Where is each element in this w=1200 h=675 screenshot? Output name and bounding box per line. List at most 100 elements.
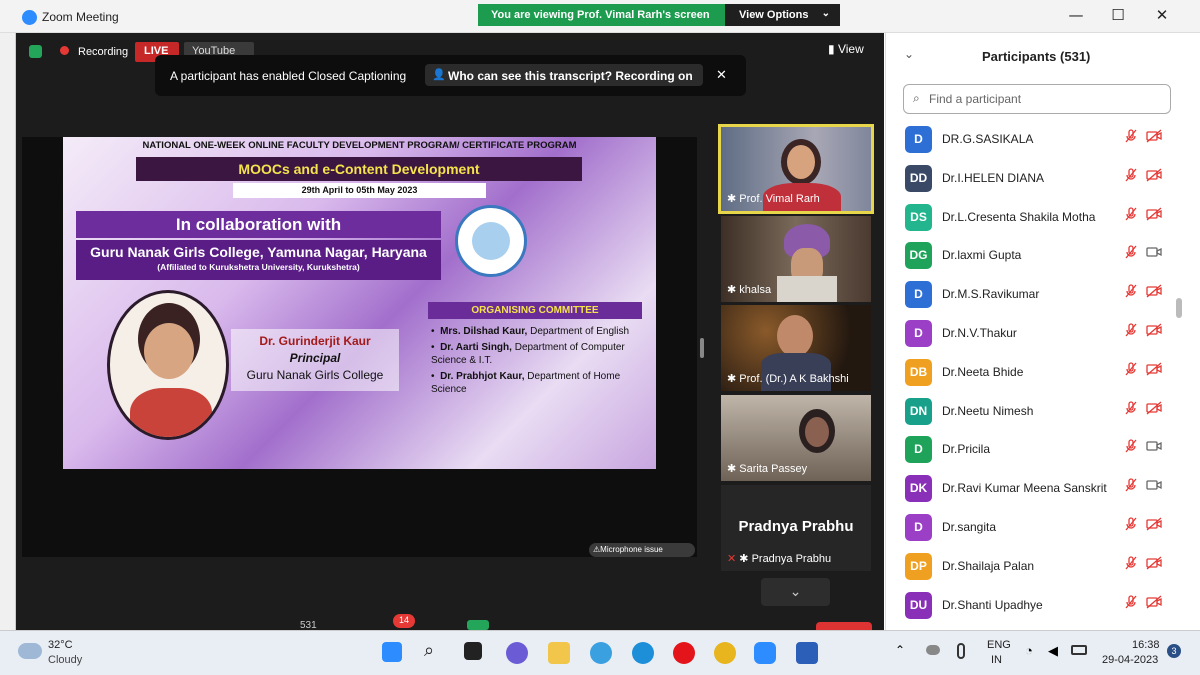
microphone-issue-badge[interactable]: ⚠Microphone issue [589, 543, 695, 557]
view-label: View [837, 42, 864, 56]
collapse-panel-icon[interactable]: ⌄ [904, 47, 914, 61]
close-button[interactable]: ✕ [1150, 6, 1174, 26]
notification-badge[interactable]: 3 [1167, 644, 1181, 658]
shield-icon[interactable] [29, 45, 42, 58]
principal-photo [107, 290, 229, 440]
committee-member: • Dr. Aarti Singh, Department of Compute… [431, 342, 625, 366]
mic-muted-icon[interactable] [1124, 323, 1138, 337]
clock-time[interactable]: 16:38 [1132, 639, 1160, 651]
mic-muted-icon[interactable] [1124, 556, 1138, 570]
participant-row[interactable]: D Dr.Pricila [886, 427, 1181, 465]
college-box: Guru Nanak Girls College, Yamuna Nagar, … [76, 240, 441, 280]
language-region[interactable]: IN [991, 654, 1002, 666]
participant-row[interactable]: D DR.G.SASIKALA [886, 117, 1181, 155]
mic-muted-icon[interactable] [1124, 129, 1138, 143]
video-tile[interactable]: ✱ Sarita Passey [721, 395, 871, 481]
presentation-slide: NATIONAL ONE-WEEK ONLINE FACULTY DEVELOP… [63, 137, 656, 469]
language-code[interactable]: ENG [987, 639, 1011, 651]
mic-muted-icon[interactable] [1124, 362, 1138, 376]
video-off-icon[interactable] [1146, 595, 1162, 609]
video-off-icon[interactable] [1146, 362, 1162, 376]
avatar: DB [905, 358, 932, 386]
video-off-icon[interactable] [1146, 168, 1162, 182]
principal-card: Dr. Gurinderjit Kaur Principal Guru Nana… [231, 329, 399, 391]
minimize-button[interactable]: — [1064, 6, 1088, 26]
video-off-icon[interactable] [1146, 207, 1162, 221]
participant-row[interactable]: DD Dr.I.HELEN DIANA [886, 156, 1181, 194]
chat-badge[interactable]: 14 [393, 614, 415, 628]
mic-muted-icon[interactable] [1124, 517, 1138, 531]
start-icon[interactable] [382, 642, 402, 662]
mic-muted-icon[interactable] [1124, 400, 1138, 415]
search-icon[interactable]: ⌕ [424, 640, 434, 661]
video-off-icon[interactable] [1146, 517, 1162, 531]
wifi-icon[interactable]: ◔ [1025, 643, 1033, 658]
clock-date[interactable]: 29-04-2023 [1102, 654, 1158, 666]
word-icon[interactable] [796, 642, 818, 664]
view-button[interactable]: ▮ View [828, 42, 864, 56]
video-on-icon[interactable] [1146, 478, 1162, 492]
task-view-icon[interactable] [464, 642, 482, 660]
participant-row[interactable]: DG Dr.laxmi Gupta [886, 233, 1181, 271]
participant-row[interactable]: D Dr.sangita [886, 505, 1181, 543]
chevron-up-icon[interactable]: ⌃ [895, 643, 905, 657]
video-tile[interactable]: ✱ Prof. (Dr.) A K Bakhshi [721, 305, 871, 391]
principal-name: Dr. Gurinderjit Kaur [259, 334, 371, 348]
recording-label[interactable]: Recording [78, 46, 128, 58]
video-on-icon[interactable] [1146, 439, 1162, 453]
leave-button[interactable] [816, 622, 872, 630]
teams-icon[interactable] [506, 642, 528, 664]
video-tile[interactable]: ✱ khalsa [721, 216, 871, 302]
edge-icon[interactable] [632, 642, 654, 664]
zoom-icon[interactable] [754, 642, 776, 664]
video-off-icon[interactable] [1146, 284, 1162, 298]
participant-row[interactable]: DB Dr.Neeta Bhide [886, 350, 1181, 388]
mic-muted-icon[interactable] [1124, 284, 1138, 298]
video-off-icon[interactable] [1146, 556, 1162, 570]
video-tile[interactable]: Pradnya Prabhu ✕ ✱ Pradnya Prabhu [721, 485, 871, 571]
file-explorer-icon[interactable] [548, 642, 570, 664]
video-off-icon[interactable] [1146, 401, 1162, 415]
participant-name: Dr.laxmi Gupta [942, 248, 1022, 263]
mic-muted-icon[interactable] [1124, 245, 1138, 259]
participant-row[interactable]: D Dr.M.S.Ravikumar [886, 272, 1181, 310]
participant-row[interactable]: DS Dr.L.Cresenta Shakila Motha [886, 195, 1181, 233]
close-notice-button[interactable]: ✕ [716, 67, 727, 83]
help-icon[interactable] [590, 642, 612, 664]
view-options-button[interactable]: View Options ⌄ [725, 4, 840, 26]
windows-taskbar: 32°C Cloudy ⌕ ⌃ ENG IN ◔ ◀ 16:38 29-04-2… [0, 630, 1200, 675]
participant-row[interactable]: DK Dr.Ravi Kumar Meena Sanskrit [886, 466, 1181, 504]
collapse-videos-button[interactable]: ⌄ [761, 578, 830, 606]
resize-handle[interactable] [700, 338, 704, 358]
mic-muted-icon[interactable] [1124, 206, 1138, 221]
mic-muted-icon[interactable] [1124, 168, 1138, 182]
share-screen-icon[interactable] [467, 620, 489, 630]
mic-muted-icon[interactable] [1124, 439, 1138, 453]
microphone-icon[interactable] [957, 643, 965, 659]
opera-icon[interactable] [673, 642, 695, 664]
video-tile-speaker[interactable]: ✱ Prof. Vimal Rarh [718, 124, 874, 214]
video-off-icon[interactable] [1146, 129, 1162, 143]
college-name: Guru Nanak Girls College, Yamuna Nagar, … [90, 244, 427, 260]
video-off-icon[interactable] [1146, 323, 1162, 337]
weather-desc[interactable]: Cloudy [48, 654, 82, 666]
mic-muted-icon[interactable] [1124, 594, 1138, 609]
maximize-button[interactable]: ☐ [1106, 6, 1130, 26]
onedrive-icon[interactable] [926, 645, 940, 655]
participant-row[interactable]: D Dr.N.V.Thakur [886, 311, 1181, 349]
transcript-info-button[interactable]: 👤 Who can see this transcript? Recording … [425, 64, 703, 86]
scrollbar[interactable] [1176, 298, 1182, 318]
chevron-down-icon: ⌄ [821, 8, 830, 19]
participant-row[interactable]: DN Dr.Neetu Nimesh [886, 389, 1181, 427]
participant-row[interactable]: DU Dr.Shanti Upadhye [886, 583, 1181, 621]
participant-row[interactable]: DP Dr.Shailaja Palan [886, 544, 1181, 582]
participant-search-input[interactable]: ⌕ Find a participant [903, 84, 1171, 114]
weather-temp[interactable]: 32°C [48, 639, 73, 651]
chrome-icon[interactable] [714, 642, 736, 664]
volume-icon[interactable]: ◀ [1048, 643, 1058, 659]
participants-panel: ⌄ Participants (531) ⌕ Find a participant… [885, 33, 1200, 630]
mic-muted-icon[interactable] [1124, 478, 1138, 492]
battery-icon[interactable] [1071, 645, 1087, 655]
video-tile-name: ✱ khalsa [727, 284, 772, 296]
video-on-icon[interactable] [1146, 245, 1162, 259]
